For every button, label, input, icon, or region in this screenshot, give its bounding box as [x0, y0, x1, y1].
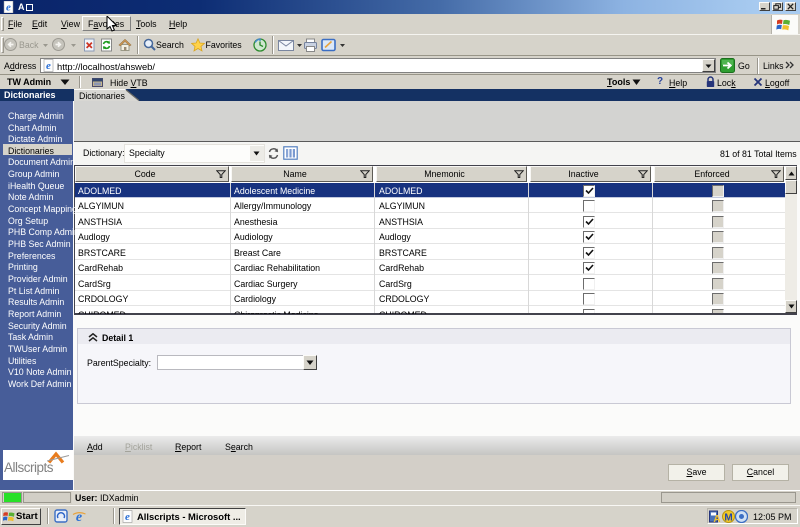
svg-text:e: e [76, 510, 82, 523]
svg-text:e: e [46, 60, 51, 72]
svg-text:e: e [6, 2, 11, 14]
svg-text:e: e [125, 511, 130, 523]
